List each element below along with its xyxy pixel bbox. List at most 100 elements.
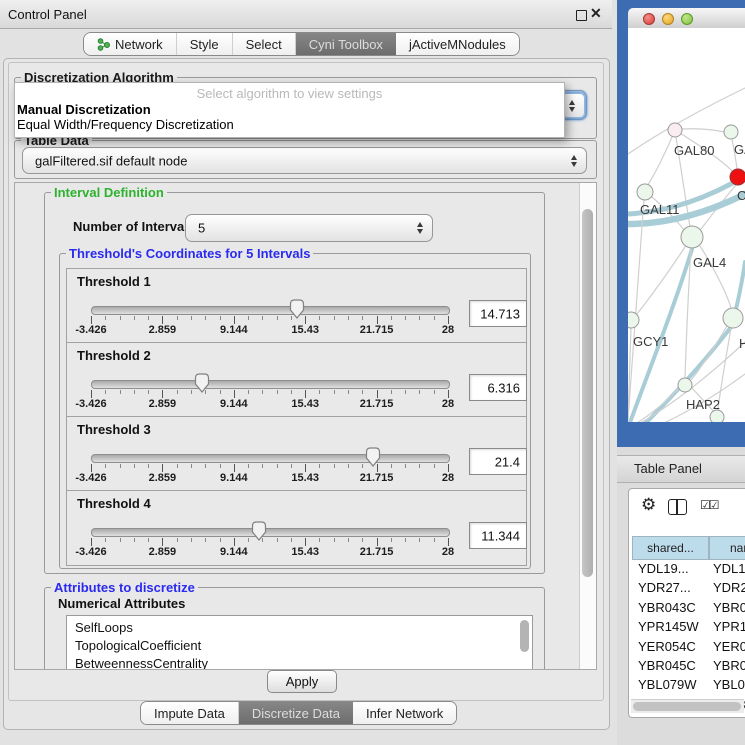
minor-tick [134, 316, 135, 320]
minor-tick [120, 464, 121, 468]
select-checkboxes-icon[interactable]: ☑☑ [700, 498, 718, 512]
table-cell-shared-name[interactable]: YDR27... [638, 580, 691, 595]
tab-jactivemnodules[interactable]: jActiveMNodules [396, 33, 519, 55]
network-edge[interactable] [682, 129, 724, 132]
table-cell-shared-name[interactable]: YPR145W [638, 619, 699, 634]
threshold-value: 21.4 [495, 454, 520, 469]
table-hscrollbar[interactable] [631, 699, 744, 713]
table-cell-shared-name[interactable]: YIL052C [638, 716, 689, 718]
network-node-h[interactable] [723, 308, 743, 328]
table-cell-shared-name[interactable]: YDL19... [638, 561, 689, 576]
network-edge[interactable] [636, 247, 685, 315]
major-tick [448, 316, 449, 324]
column-chooser-icon[interactable] [668, 499, 687, 515]
table-cell-shared-name[interactable]: YBR045C [638, 658, 696, 673]
network-window-titlebar[interactable] [628, 8, 745, 29]
attributes-scrollbar[interactable] [519, 618, 530, 668]
popup-item-equal-width[interactable]: Equal Width/Frequency Discretization [17, 117, 234, 132]
network-node-hap2[interactable] [678, 378, 692, 392]
table-cell-name[interactable]: YBL0 [713, 677, 745, 692]
tab-network[interactable]: Network [84, 33, 177, 55]
table-cell-name[interactable]: YDL1 [713, 561, 745, 576]
slider-handle[interactable] [251, 521, 267, 546]
table-cell-name[interactable]: YER0 [713, 639, 745, 654]
slider-handle[interactable] [365, 447, 381, 472]
threshold-value-field[interactable]: 6.316 [469, 374, 527, 401]
number-of-intervals-combo[interactable]: 5 [185, 214, 433, 242]
minor-tick [220, 390, 221, 394]
table-panel: ⚙ ☑☑ shared... name YDL19... YDL1 YDR27...… [628, 488, 745, 718]
network-node-gal80[interactable] [668, 123, 682, 137]
minor-tick [205, 464, 206, 468]
major-tick [377, 538, 378, 546]
attribute-item-betweennesscentrality[interactable]: BetweennessCentrality [75, 656, 208, 670]
column-header-shared-name[interactable]: shared... [632, 536, 709, 560]
threshold-value-field[interactable]: 14.713 [469, 300, 527, 327]
minor-tick [105, 390, 106, 394]
network-edge[interactable] [736, 262, 745, 309]
minor-tick [405, 538, 406, 542]
attribute-item-selfloops[interactable]: SelfLoops [75, 620, 133, 635]
table-cell-shared-name[interactable]: YBL079W [638, 677, 697, 692]
network-node[interactable] [710, 410, 724, 422]
hscrollbar-thumb[interactable] [633, 702, 741, 711]
zoom-traffic-light[interactable] [681, 13, 693, 25]
scrollbar-thumb[interactable] [582, 209, 593, 577]
slider-track[interactable] [91, 528, 450, 537]
network-node-gal11[interactable] [637, 184, 653, 200]
network-node-c[interactable] [730, 169, 745, 185]
table-cell-name[interactable]: YIL0 [713, 716, 740, 718]
threshold-value-field[interactable]: 21.4 [469, 448, 527, 475]
table-cell-shared-name[interactable]: YBR043C [638, 600, 696, 615]
tab-select[interactable]: Select [233, 33, 296, 55]
apply-button[interactable]: Apply [267, 670, 337, 693]
table-cell-name[interactable]: YPR1 [713, 619, 745, 634]
popup-item-manual-discretization[interactable]: Manual Discretization [17, 102, 151, 117]
threshold-value-field[interactable]: 11.344 [469, 522, 527, 549]
tick-label: 2.859 [149, 472, 177, 484]
slider-track[interactable] [91, 306, 450, 315]
interval-group-title: Interval Definition [51, 185, 167, 200]
table-cell-shared-name[interactable]: YER054C [638, 639, 696, 654]
table-panel-titlebar: Table Panel [617, 455, 745, 483]
minor-tick [262, 316, 263, 320]
numerical-attributes-list[interactable]: SelfLoops TopologicalCoefficient Betweenne… [66, 615, 533, 670]
slider-track[interactable] [91, 380, 450, 389]
tab-label: Infer Network [366, 706, 443, 721]
network-node-gal4[interactable] [681, 226, 703, 248]
minor-tick [177, 316, 178, 320]
column-header-name[interactable]: name [709, 536, 745, 560]
minor-tick [191, 390, 192, 394]
table-cell-name[interactable]: YBR0 [713, 600, 745, 615]
minimize-traffic-light[interactable] [662, 13, 674, 25]
tab-style[interactable]: Style [177, 33, 233, 55]
slider-handle[interactable] [194, 373, 210, 398]
minor-tick [277, 464, 278, 468]
settings-scrollbar[interactable] [579, 183, 596, 669]
algorithm-combo-spinner[interactable] [562, 93, 585, 118]
threshold-row-1: Threshold 1-3.4262.8599.14415.4321.71528… [66, 268, 527, 344]
minor-tick [319, 538, 320, 542]
network-canvas[interactable]: GAL80GACGAL11GAL4GCY1HHAP2 [628, 28, 745, 422]
minor-tick [191, 538, 192, 542]
bottom-tab-impute-data[interactable]: Impute Data [141, 702, 239, 724]
slider-handle[interactable] [289, 299, 305, 324]
threshold-value: 11.344 [481, 528, 520, 543]
float-icon[interactable] [576, 10, 587, 21]
table-cell-name[interactable]: YBR0 [713, 658, 745, 673]
gear-icon[interactable]: ⚙ [641, 495, 656, 515]
table-cell-name[interactable]: YDR2 [713, 580, 745, 595]
slider-track[interactable] [91, 454, 450, 463]
bottom-tab-infer-network[interactable]: Infer Network [353, 702, 456, 724]
tab-cyni-toolbox[interactable]: Cyni Toolbox [296, 33, 396, 55]
bottom-tab-discretize-data[interactable]: Discretize Data [239, 702, 353, 724]
close-icon[interactable]: ✕ [590, 5, 602, 22]
close-traffic-light[interactable] [643, 13, 655, 25]
network-node-gcy1[interactable] [628, 312, 639, 328]
major-tick [305, 538, 306, 546]
attribute-item-topologicalcoefficient[interactable]: TopologicalCoefficient [75, 638, 201, 653]
minor-tick [120, 316, 121, 320]
network-node-ga[interactable] [724, 125, 738, 139]
table-data-combo[interactable]: galFiltered.sif default node [22, 147, 587, 174]
major-tick [91, 464, 92, 472]
